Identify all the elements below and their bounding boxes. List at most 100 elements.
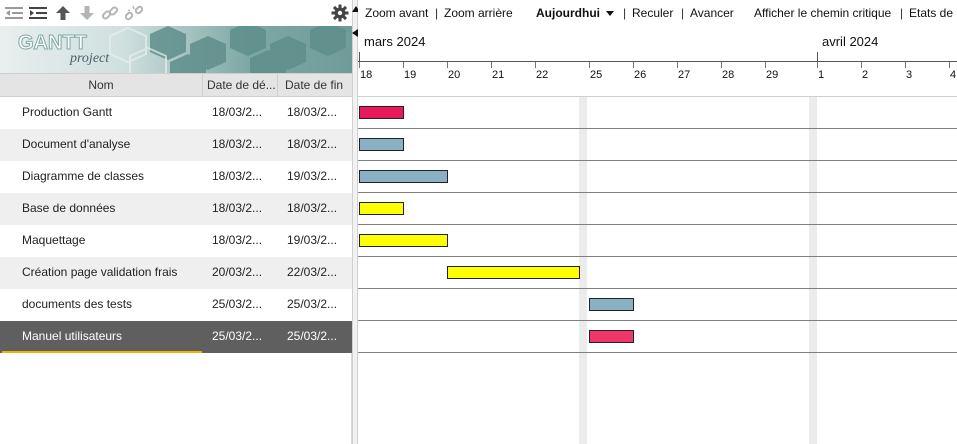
day-label: 26 <box>634 69 647 81</box>
task-bar[interactable] <box>359 234 448 247</box>
weekend-band <box>809 97 817 444</box>
day-tick <box>817 62 818 68</box>
task-start-date: 18/03/2... <box>212 105 263 119</box>
day-label: 4 <box>950 69 957 81</box>
task-tree-panel: GANTT project Nom Date de dé... Date de … <box>0 0 352 444</box>
row-separator <box>358 128 957 129</box>
task-bar[interactable] <box>359 138 404 151</box>
states-link[interactable]: Etats de <box>909 6 953 20</box>
zoom-out-link[interactable]: Zoom arrière <box>444 6 513 20</box>
task-end-date: 19/03/2... <box>287 169 338 183</box>
back-link[interactable]: Reculer <box>632 6 673 20</box>
task-bar[interactable] <box>447 266 580 279</box>
unlink-icon[interactable] <box>124 3 144 23</box>
task-bar[interactable] <box>589 298 634 311</box>
day-label: 3 <box>906 69 913 81</box>
critical-path-link[interactable]: Afficher le chemin critique <box>754 6 891 20</box>
task-table-header: Nom Date de dé... Date de fin <box>0 73 352 97</box>
column-header-name[interactable]: Nom <box>0 74 203 96</box>
selection-underline <box>2 351 202 353</box>
task-end-date: 25/03/2... <box>287 297 338 311</box>
move-down-icon[interactable] <box>77 3 97 23</box>
indent-icon[interactable] <box>28 3 48 23</box>
toolbar-separator: | <box>681 6 685 20</box>
task-bar[interactable] <box>359 106 404 119</box>
day-tick <box>861 62 862 68</box>
task-name: Maquettage <box>22 233 86 247</box>
gantt-grid <box>358 97 957 444</box>
task-row[interactable]: Base de données 18/03/2... 18/03/2... <box>0 193 352 225</box>
today-label: Aujourdhui <box>536 6 600 20</box>
link-icon[interactable] <box>100 3 120 23</box>
row-separator <box>358 256 957 257</box>
day-tick <box>403 62 404 68</box>
day-label: 1 <box>818 69 825 81</box>
task-row[interactable]: Maquettage 18/03/2... 19/03/2... <box>0 225 352 257</box>
settings-gear-icon[interactable] <box>330 3 350 23</box>
task-start-date: 25/03/2... <box>212 329 263 343</box>
day-label: 20 <box>448 69 461 81</box>
day-tick <box>949 62 950 68</box>
task-bar[interactable] <box>589 330 634 343</box>
logo-project-text: project <box>69 51 110 66</box>
task-name: Production Gantt <box>22 105 113 119</box>
dropdown-caret-icon <box>605 11 614 17</box>
task-start-date: 18/03/2... <box>212 137 263 151</box>
chart-toolbar: Zoom avant | Zoom arrière Aujourdhui | R… <box>358 0 957 26</box>
row-separator <box>358 352 957 353</box>
task-name: Document d'analyse <box>22 137 131 151</box>
column-header-start-date[interactable]: Date de dé... <box>203 74 278 96</box>
day-tick <box>447 62 448 68</box>
month-label: mars 2024 <box>364 34 426 49</box>
day-label: 21 <box>492 69 505 81</box>
unindent-icon[interactable] <box>4 3 24 23</box>
day-tick <box>359 62 360 68</box>
ganttproject-logo: GANTT project <box>0 26 352 73</box>
day-label: 22 <box>536 69 549 81</box>
task-end-date: 22/03/2... <box>287 265 338 279</box>
task-row[interactable]: Création page validation frais 20/03/2..… <box>0 257 352 289</box>
task-name: documents des tests <box>22 297 133 311</box>
task-start-date: 18/03/2... <box>212 169 263 183</box>
task-end-date: 19/03/2... <box>287 233 338 247</box>
task-row[interactable]: Diagramme de classes 18/03/2... 19/03/2.… <box>0 161 352 193</box>
day-label: 28 <box>722 69 735 81</box>
task-name: Base de données <box>22 201 116 215</box>
task-end-date: 18/03/2... <box>287 105 338 119</box>
task-name: Diagramme de classes <box>22 169 145 183</box>
row-separator <box>358 288 957 289</box>
task-row-selected[interactable]: Manuel utilisateurs 25/03/2... 25/03/2..… <box>0 321 352 353</box>
task-row[interactable]: Production Gantt 18/03/2... 18/03/2... <box>0 97 352 129</box>
task-bar[interactable] <box>359 202 404 215</box>
row-separator <box>358 160 957 161</box>
day-tick <box>721 62 722 68</box>
today-dropdown[interactable]: Aujourdhui <box>536 6 614 20</box>
day-tick <box>491 62 492 68</box>
day-tick <box>589 62 590 68</box>
weekend-band <box>579 97 587 444</box>
task-row[interactable]: documents des tests 25/03/2... 25/03/2..… <box>0 289 352 321</box>
task-toolbar <box>0 0 352 26</box>
zoom-in-link[interactable]: Zoom avant <box>365 6 428 20</box>
gantt-chart-panel: Zoom avant | Zoom arrière Aujourdhui | R… <box>358 0 957 444</box>
task-row[interactable]: Document d'analyse 18/03/2... 18/03/2... <box>0 129 352 161</box>
day-label: 29 <box>766 69 779 81</box>
day-tick <box>765 62 766 68</box>
day-label: 25 <box>590 69 603 81</box>
row-separator <box>358 192 957 193</box>
day-tick <box>677 62 678 68</box>
day-tick <box>633 62 634 68</box>
day-tick <box>905 62 906 68</box>
task-bar[interactable] <box>359 170 448 183</box>
timeline-header: mars 2024 avril 2024 18 19 20 21 22 25 26 27 28 2… <box>358 26 957 97</box>
task-start-date: 25/03/2... <box>212 297 263 311</box>
column-header-end-date[interactable]: Date de fin <box>278 74 352 96</box>
day-label: 2 <box>862 69 869 81</box>
task-start-date: 18/03/2... <box>212 201 263 215</box>
row-separator <box>358 224 957 225</box>
toolbar-separator: | <box>900 6 904 20</box>
toolbar-separator: | <box>623 6 627 20</box>
forward-link[interactable]: Avancer <box>690 6 734 20</box>
move-up-icon[interactable] <box>53 3 73 23</box>
day-label: 27 <box>678 69 691 81</box>
